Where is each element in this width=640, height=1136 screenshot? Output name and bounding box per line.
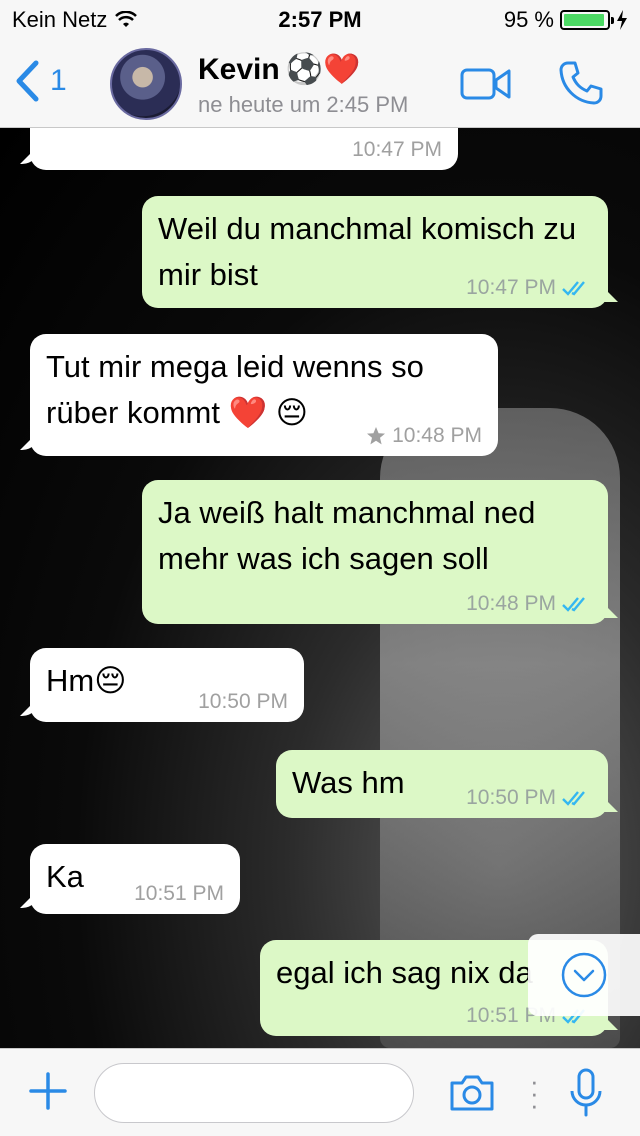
avatar[interactable] — [110, 48, 182, 120]
contact-name[interactable]: Kevin ⚽️❤️ — [198, 52, 360, 87]
phone-icon[interactable] — [558, 60, 604, 106]
camera-icon[interactable] — [448, 1073, 496, 1113]
message-incoming[interactable]: Hm😔 10:50 PM — [30, 648, 304, 722]
message-time: 10:48 PM — [466, 592, 556, 615]
message-time: 10:47 PM — [466, 276, 556, 299]
video-call-icon[interactable] — [460, 66, 512, 102]
message-text: Hm😔 — [46, 663, 127, 698]
contact-name-text: Kevin — [198, 52, 280, 86]
scroll-to-bottom-button[interactable] — [528, 934, 640, 1016]
status-bar-left: Kein Netz — [12, 7, 138, 33]
message-text: egal ich sag nix da — [276, 955, 533, 990]
message-time: 10:50 PM — [466, 786, 556, 809]
message-incoming[interactable]: Tut mir mega leid wenns so rüber kommt ❤… — [30, 334, 498, 456]
message-text: Ja weiß halt manchmal ned mehr was ich s… — [158, 495, 536, 576]
contact-name-emojis: ⚽️❤️ — [285, 53, 361, 86]
message-time: 10:50 PM — [198, 690, 288, 713]
message-text: Ka — [46, 859, 84, 894]
status-bar-right: 95 % — [504, 7, 628, 33]
separator-dots: · · · — [530, 1066, 539, 1120]
message-outgoing[interactable]: Was hm 10:50 PM — [276, 750, 608, 818]
battery-fill — [564, 14, 604, 26]
message-meta: 10:48 PM — [366, 424, 482, 448]
chevron-down-icon — [561, 952, 607, 998]
status-bar: Kein Netz 2:57 PM 95 % — [0, 0, 640, 40]
double-check-icon — [562, 791, 585, 806]
chat-area[interactable]: 10:47 PM Weil du manchmal komisch zu mir… — [0, 128, 640, 1048]
chat-header: 1 Kevin ⚽️❤️ ne heute um 2:45 PM — [0, 40, 640, 128]
back-button[interactable]: 1 — [14, 60, 67, 102]
plus-icon[interactable] — [28, 1071, 68, 1111]
message-meta: 10:50 PM — [466, 786, 592, 810]
charging-icon — [617, 10, 627, 30]
message-meta: 10:51 PM — [134, 882, 224, 906]
last-seen-status: ne heute um 2:45 PM — [198, 92, 409, 117]
battery-percent: 95 % — [503, 7, 554, 32]
double-check-icon — [562, 597, 585, 612]
message-meta: 10:47 PM — [466, 276, 592, 300]
message-text: Was hm — [292, 765, 405, 800]
unread-count: 1 — [50, 64, 67, 97]
carrier-label: Kein Netz — [12, 7, 108, 32]
double-check-icon — [562, 281, 585, 296]
message-meta: 10:50 PM — [198, 690, 288, 714]
message-time: 10:48 PM — [392, 424, 482, 447]
message-time: 10:51 PM — [134, 882, 224, 905]
message-incoming[interactable]: Ka 10:51 PM — [30, 844, 240, 914]
back-chevron-icon — [16, 60, 39, 102]
message-outgoing[interactable]: Ja weiß halt manchmal ned mehr was ich s… — [142, 480, 608, 624]
message-meta: 10:48 PM — [466, 592, 592, 616]
message-text: Tut mir mega leid wenns so rüber kommt ❤… — [46, 349, 424, 430]
wifi-icon — [115, 11, 138, 27]
microphone-icon[interactable] — [566, 1067, 606, 1119]
message-input-bar: · · · — [0, 1048, 640, 1136]
star-icon — [367, 427, 386, 445]
message-outgoing[interactable]: Weil du manchmal komisch zu mir bist 10:… — [142, 196, 608, 308]
message-incoming[interactable]: 10:47 PM — [30, 128, 458, 170]
battery-icon — [560, 10, 614, 30]
message-meta: 10:47 PM — [352, 138, 442, 162]
message-input[interactable] — [94, 1063, 414, 1123]
message-time: 10:47 PM — [352, 138, 442, 161]
